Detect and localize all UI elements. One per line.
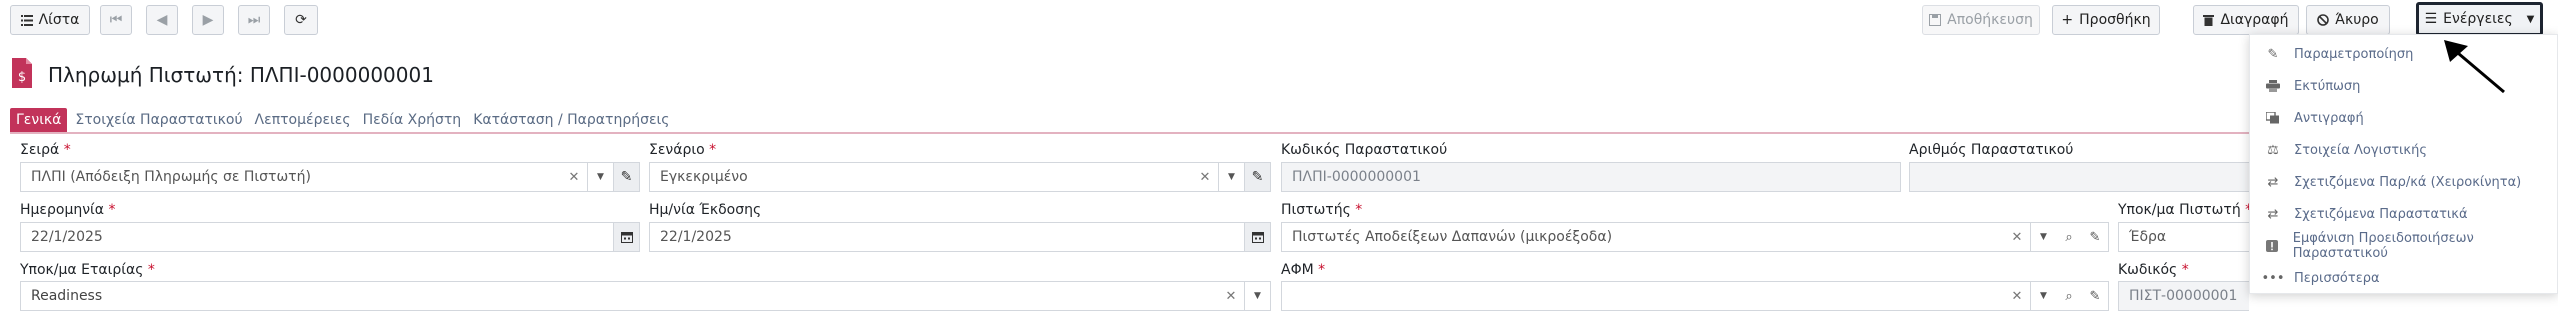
actions-menu-button[interactable]: ☰ Ενέργειες ▼ [2416,2,2543,36]
clear-icon[interactable]: ✕ [1218,282,1244,310]
actions-label: Ενέργειες [2443,11,2513,27]
issue-date-input[interactable]: 22/1/2025 [649,222,1271,252]
doc-code-label: Κωδικός Παραστατικού [1281,142,1448,158]
cancel-label: Άκυρο [2335,12,2379,28]
save-icon [1929,14,1942,26]
refresh-icon: ⟳ [295,12,307,28]
menu-item-accounting[interactable]: ⚖ Στοιχεία Λογιστικής [2262,139,2427,161]
dropdown-arrow-icon[interactable]: ▼ [587,163,613,191]
hamburger-icon: ☰ [2424,11,2438,27]
tab-status-notes[interactable]: Κατάσταση / Παρατηρήσεις [469,108,673,132]
issue-date-label: Ημ/νία Έκδοσης [649,202,762,218]
next-record-button[interactable]: ▶ [192,5,224,35]
afm-select[interactable]: ✕ ▼ ⌕ ✎ [1281,281,2109,311]
svg-text:$: $ [18,70,26,85]
delete-button[interactable]: Διαγραφή [2193,5,2299,35]
calendar-icon[interactable] [613,223,639,251]
afm-label: ΑΦΜ * [1281,262,1326,278]
exchange-icon: ⇄ [2267,206,2279,222]
tab-general[interactable]: Γενικά [10,108,68,132]
scenario-label: Σενάριο * [649,142,717,158]
scenario-select[interactable]: Εγκεκριμένο ✕ ▼ ✎ [649,162,1271,192]
series-select[interactable]: ΠΛΠΙ (Απόδειξη Πληρωμής σε Πιστωτή) ✕ ▼ … [20,162,640,192]
tab-details[interactable]: Λεπτομέρειες [251,108,355,132]
edit-icon: ✎ [2267,46,2279,62]
next-icon: ▶ [202,12,214,28]
cancel-button[interactable]: Άκυρο [2306,5,2390,35]
calendar-icon[interactable] [1244,223,1270,251]
print-icon [2262,80,2284,92]
edit-pencil-icon[interactable]: ✎ [2082,282,2108,310]
menu-item-more[interactable]: ••• Περισσότερα [2262,267,2380,289]
toolbar: Λίστα ⏮ ◀ ▶ ⏭ ⟳ Αποθήκευση + Προσθήκη Δι… [0,0,2558,40]
last-record-button[interactable]: ⏭ [238,5,270,35]
menu-item-related-manual[interactable]: ⇄ Σχετιζόμενα Παρ/κά (Χειροκίνητα) [2262,171,2522,193]
page-header: $ Πληρωμή Πιστωτή: ΠΛΠΙ-0000000001 [10,58,434,92]
save-button[interactable]: Αποθήκευση [1922,5,2040,35]
document-dollar-icon: $ [10,58,34,92]
previous-icon: ◀ [156,12,168,28]
list-button[interactable]: Λίστα [10,5,90,35]
trash-icon [2203,14,2215,26]
menu-item-copy[interactable]: Αντιγραφή [2262,107,2364,129]
tab-bar: Γενικά Στοιχεία Παραστατικού Λεπτομέρειε… [10,108,677,132]
page-title: Πληρωμή Πιστωτή: ΠΛΠΙ-0000000001 [48,63,434,87]
date-label: Ημερομηνία * [20,202,116,218]
save-label: Αποθήκευση [1947,12,2033,28]
list-label: Λίστα [38,12,80,28]
code-field: ΠΙΣΤ-00000001 [2118,281,2249,311]
search-icon[interactable]: ⌕ [2056,223,2082,251]
tab-underline [10,132,2558,134]
exchange-icon: ⇄ [2267,174,2279,190]
arrow-pointer-icon [2442,38,2512,102]
edit-pencil-icon[interactable]: ✎ [1244,163,1270,191]
tab-document-details[interactable]: Στοιχεία Παραστατικού [71,108,246,132]
add-label: Προσθήκη [2079,12,2151,28]
search-icon[interactable]: ⌕ [2056,282,2082,310]
warning-icon [2262,240,2283,252]
edit-pencil-icon[interactable]: ✎ [613,163,639,191]
dropdown-arrow-icon[interactable]: ▼ [1244,282,1270,310]
edit-pencil-icon[interactable]: ✎ [2082,223,2108,251]
creditor-label: Πιστωτής * [1281,202,1363,218]
plus-icon: + [2061,12,2074,28]
tab-user-fields[interactable]: Πεδία Χρήστη [359,108,466,132]
date-input[interactable]: 22/1/2025 [20,222,640,252]
delete-label: Διαγραφή [2220,12,2289,28]
menu-item-customize[interactable]: ✎ Παραμετροποίηση [2262,43,2414,65]
creditor-select[interactable]: Πιστωτές Αποδείξεων Δαπανών (μικροέξοδα)… [1281,222,2109,252]
dropdown-arrow-icon[interactable]: ▼ [2030,282,2056,310]
clear-icon[interactable]: ✕ [561,163,587,191]
ban-icon [2317,14,2330,26]
doc-number-label: Αριθμός Παραστατικού [1909,142,2074,158]
company-branch-select[interactable]: Readiness ✕ ▼ [20,281,1271,311]
dropdown-arrow-icon[interactable]: ▼ [1218,163,1244,191]
first-icon: ⏮ [109,12,123,28]
scale-icon: ⚖ [2267,142,2279,158]
menu-item-show-warnings[interactable]: Εμφάνιση Προειδοποιήσεων Παραστατικού [2262,231,2557,261]
more-icon: ••• [2261,270,2285,286]
copy-icon [2262,112,2284,124]
creditor-branch-label: Υποκ/μα Πιστωτή * [2118,202,2252,218]
menu-item-related-docs[interactable]: ⇄ Σχετιζόμενα Παραστατικά [2262,203,2468,225]
previous-record-button[interactable]: ◀ [146,5,178,35]
last-icon: ⏭ [247,12,261,28]
dropdown-arrow-icon[interactable]: ▼ [2030,223,2056,251]
caret-down-icon: ▼ [2526,13,2535,25]
add-button[interactable]: + Προσθήκη [2052,5,2160,35]
clear-icon[interactable]: ✕ [2004,223,2030,251]
first-record-button[interactable]: ⏮ [100,5,132,35]
clear-icon[interactable]: ✕ [2004,282,2030,310]
list-icon [20,14,33,26]
clear-icon[interactable]: ✕ [1192,163,1218,191]
doc-code-field: ΠΛΠΙ-0000000001 [1281,162,1901,192]
creditor-branch-select[interactable]: Έδρα [2118,222,2249,252]
menu-item-print[interactable]: Εκτύπωση [2262,75,2360,97]
company-branch-label: Υποκ/μα Εταιρίας * [20,262,155,278]
code-label: Κωδικός * [2118,262,2189,278]
doc-number-field[interactable] [1909,162,2249,192]
series-label: Σειρά * [20,142,71,158]
refresh-button[interactable]: ⟳ [284,5,318,35]
